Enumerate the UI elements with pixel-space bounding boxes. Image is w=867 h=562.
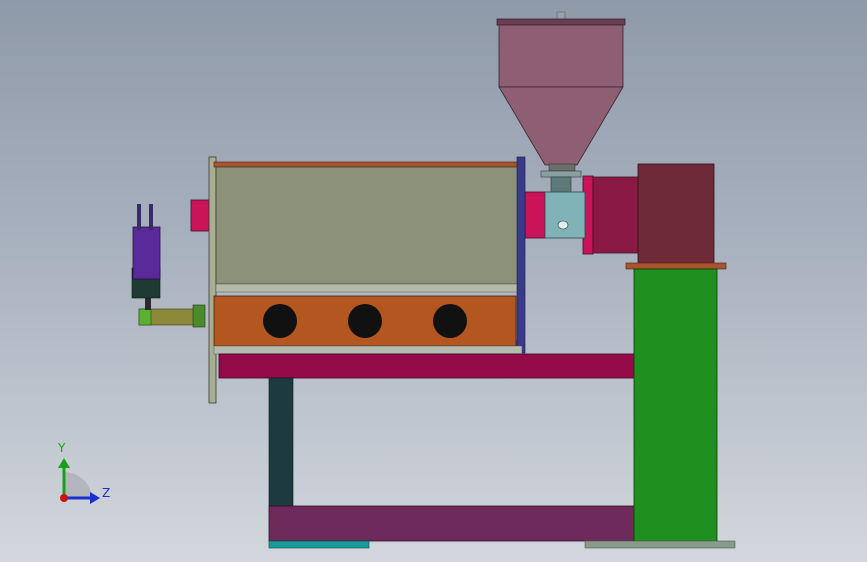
gearbox-plate — [625, 262, 727, 270]
z-axis-arrow — [90, 492, 100, 504]
triad-quadrant — [64, 471, 92, 498]
motor-prong-right — [149, 204, 153, 230]
z-axis-label: Z — [102, 486, 111, 500]
front-plate — [208, 156, 217, 404]
grey-foot — [584, 540, 736, 549]
coordinate-triad — [58, 458, 100, 504]
tank-body — [215, 166, 520, 285]
fan-vent-3 — [433, 304, 467, 338]
heater-rail — [213, 345, 523, 355]
green-column — [633, 268, 718, 543]
base-beam — [268, 505, 636, 542]
barrel-coupling — [524, 191, 546, 239]
hopper-neck — [548, 163, 576, 172]
fan-vent-2 — [348, 304, 382, 338]
hopper-flange — [540, 170, 582, 178]
motor-prong-left — [137, 204, 141, 230]
rod-end-left — [138, 308, 152, 326]
rod-end-right — [192, 304, 206, 328]
hopper-cone — [498, 86, 624, 166]
hopper-lid — [496, 18, 626, 26]
teal-foot — [268, 540, 370, 549]
rear-coupling — [190, 199, 210, 232]
support-post — [268, 377, 294, 507]
hopper-body — [498, 24, 624, 88]
fan-vent-1 — [263, 304, 297, 338]
origin-dot — [60, 494, 68, 502]
gearbox[interactable] — [582, 163, 727, 270]
feed-throat — [550, 176, 572, 194]
gearbox-housing — [592, 176, 640, 254]
y-axis-arrow — [58, 458, 70, 468]
tank-top-rail — [213, 161, 520, 168]
extruder-model[interactable] — [0, 0, 867, 562]
heater-box[interactable] — [213, 295, 523, 355]
3d-viewport[interactable]: Y Z — [0, 0, 867, 562]
upper-frame-beam — [218, 353, 636, 379]
tank-end-frame — [516, 156, 526, 354]
barrel-ring — [544, 191, 586, 239]
y-axis-label: Y — [58, 441, 66, 455]
motor-body — [132, 226, 161, 280]
gearbox-block — [637, 163, 715, 265]
barrel-port — [557, 220, 569, 230]
tank-base-rail — [215, 283, 520, 293]
